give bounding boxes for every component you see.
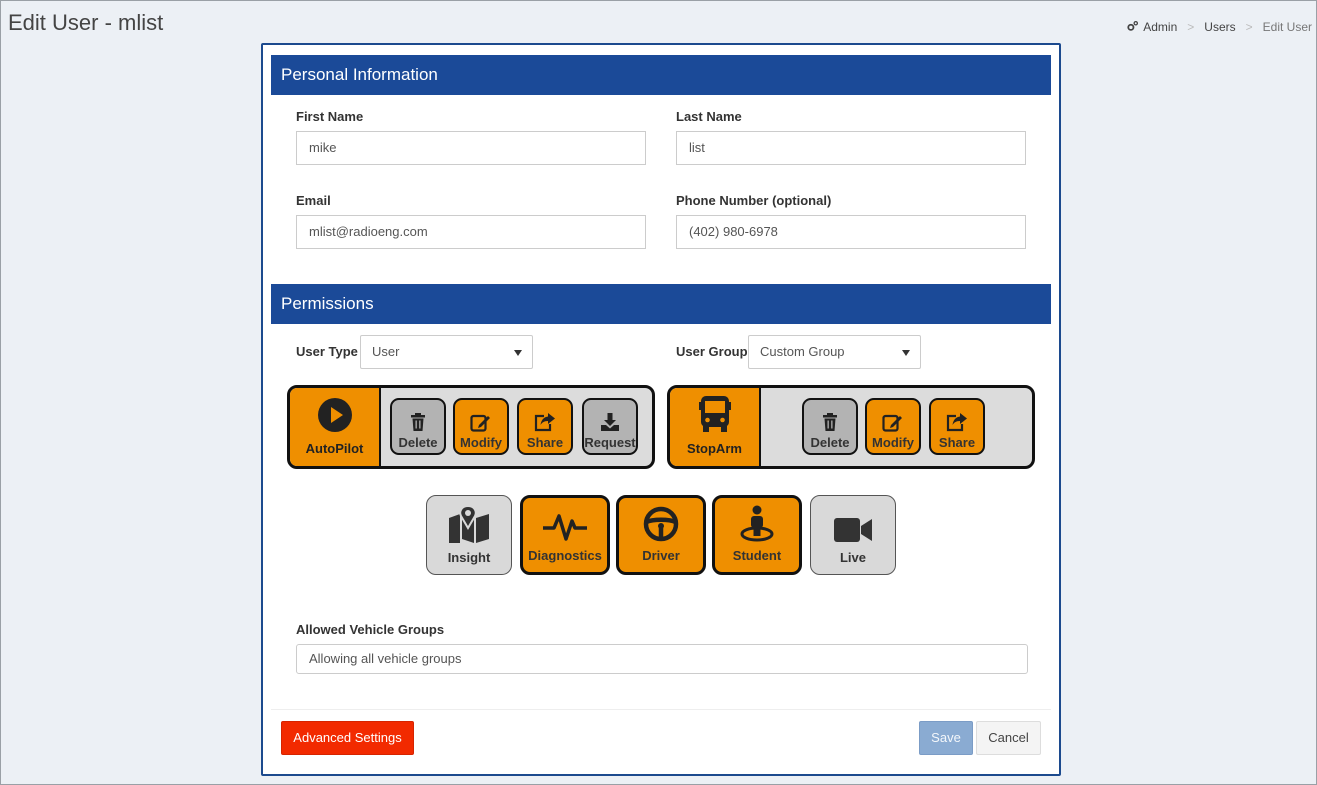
breadcrumb-edit-user: Edit User <box>1262 20 1312 34</box>
download-icon <box>601 413 619 431</box>
diagnostics-label: Diagnostics <box>528 548 602 563</box>
autopilot-request-label: Request <box>584 435 636 450</box>
footer-divider <box>271 709 1051 710</box>
driver-toggle[interactable]: Driver <box>616 495 706 575</box>
student-label: Student <box>732 548 782 563</box>
live-toggle[interactable]: Live <box>810 495 896 575</box>
driver-label: Driver <box>642 548 680 563</box>
student-toggle[interactable]: Student <box>712 495 802 575</box>
user-type-value: User <box>372 344 400 359</box>
vehicle-groups-label: Allowed Vehicle Groups <box>296 622 445 637</box>
pulse-icon <box>543 514 587 541</box>
caret-down-icon <box>902 350 910 356</box>
insight-label: Insight <box>447 550 491 565</box>
autopilot-share-label: Share <box>526 435 564 450</box>
breadcrumb-users[interactable]: Users <box>1204 20 1235 34</box>
caret-down-icon <box>514 350 522 356</box>
trash-icon <box>411 413 425 431</box>
play-circle-icon <box>317 398 352 432</box>
autopilot-permission-group: AutoPilot Delete Modify Share Request <box>287 385 655 469</box>
first-name-input[interactable]: mike <box>296 131 646 165</box>
share-icon <box>534 413 555 432</box>
user-group-label: User Group <box>676 344 748 359</box>
user-group-select[interactable]: Custom Group <box>748 335 921 369</box>
video-camera-icon <box>834 518 872 542</box>
gears-icon <box>1126 20 1139 34</box>
stoparm-toggle[interactable]: StopArm <box>670 388 761 466</box>
live-label: Live <box>839 550 866 565</box>
save-button[interactable]: Save <box>919 721 973 755</box>
autopilot-modify-button[interactable]: Modify <box>453 398 509 455</box>
autopilot-delete-label: Delete <box>398 435 438 450</box>
first-name-label: First Name <box>296 109 364 124</box>
breadcrumb-admin[interactable]: Admin <box>1143 20 1177 34</box>
cancel-button[interactable]: Cancel <box>976 721 1041 755</box>
phone-label: Phone Number (optional) <box>676 193 832 208</box>
vehicle-groups-input[interactable]: Allowing all vehicle groups <box>296 644 1028 674</box>
user-type-label: User Type <box>296 344 358 359</box>
edit-user-panel: Personal Information First Name mike Las… <box>261 43 1061 776</box>
last-name-input[interactable]: list <box>676 131 1026 165</box>
stoparm-delete-label: Delete <box>810 435 850 450</box>
edit-icon <box>882 414 902 432</box>
autopilot-toggle[interactable]: AutoPilot <box>290 388 381 466</box>
stoparm-share-label: Share <box>938 435 976 450</box>
breadcrumb: Admin > Users > Edit User <box>1126 20 1312 34</box>
stoparm-label: StopArm <box>687 441 742 456</box>
trash-icon <box>823 413 837 431</box>
stoparm-share-button[interactable]: Share <box>929 398 985 455</box>
autopilot-label: AutoPilot <box>305 441 364 456</box>
page-title: Edit User - mlist <box>8 10 164 35</box>
diagnostics-toggle[interactable]: Diagnostics <box>520 495 610 575</box>
phone-input[interactable]: (402) 980-6978 <box>676 215 1026 249</box>
student-location-icon <box>740 505 774 542</box>
map-pin-icon <box>449 506 489 543</box>
permissions-header: Permissions <box>271 284 1051 324</box>
edit-icon <box>470 414 490 432</box>
user-group-value: Custom Group <box>760 344 845 359</box>
stoparm-permission-group: StopArm Delete Modify Share <box>667 385 1035 469</box>
email-label: Email <box>296 193 331 208</box>
email-input[interactable]: mlist@radioeng.com <box>296 215 646 249</box>
stoparm-modify-label: Modify <box>872 435 914 450</box>
personal-info-header: Personal Information <box>271 55 1051 95</box>
breadcrumb-separator: > <box>1187 20 1195 34</box>
stoparm-delete-button[interactable]: Delete <box>802 398 858 455</box>
bus-icon <box>698 396 731 432</box>
user-type-select[interactable]: User <box>360 335 533 369</box>
advanced-settings-button[interactable]: Advanced Settings <box>281 721 414 755</box>
steering-wheel-icon <box>643 506 679 542</box>
stoparm-modify-button[interactable]: Modify <box>865 398 921 455</box>
insight-toggle[interactable]: Insight <box>426 495 512 575</box>
autopilot-modify-label: Modify <box>460 435 502 450</box>
breadcrumb-separator: > <box>1245 20 1253 34</box>
share-icon <box>946 413 967 432</box>
last-name-label: Last Name <box>676 109 742 124</box>
autopilot-delete-button[interactable]: Delete <box>390 398 446 455</box>
autopilot-request-button[interactable]: Request <box>582 398 638 455</box>
autopilot-share-button[interactable]: Share <box>517 398 573 455</box>
